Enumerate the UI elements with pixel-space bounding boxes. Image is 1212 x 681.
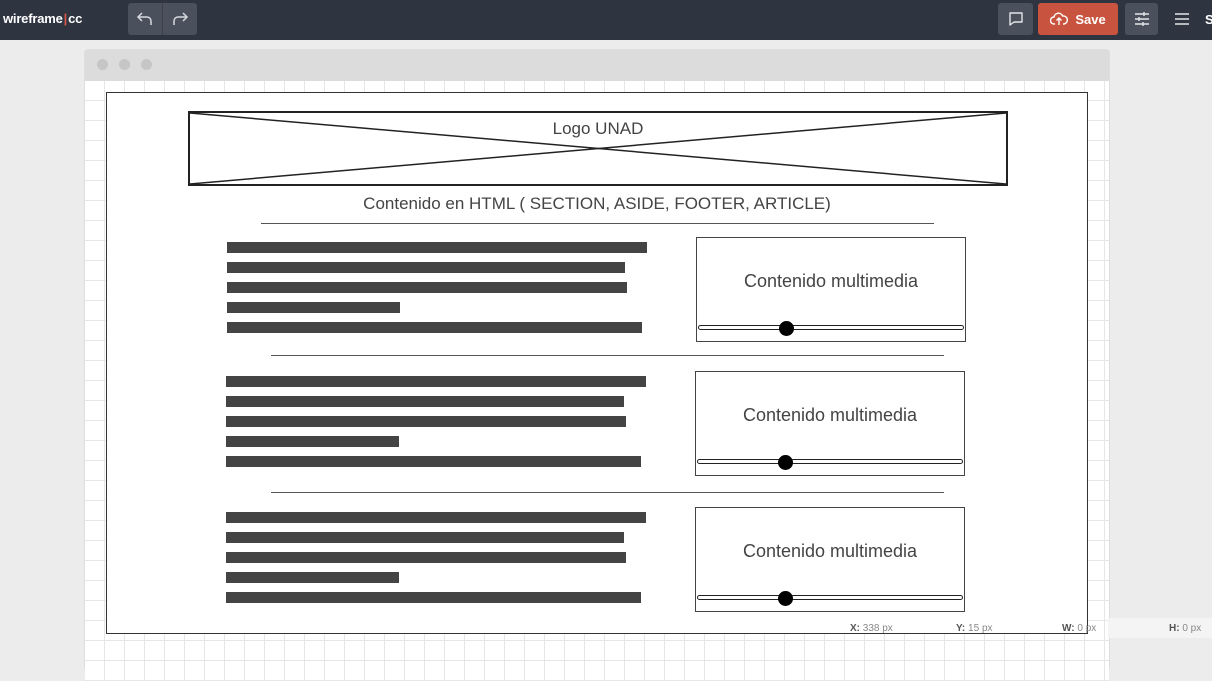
text-line[interactable]: [227, 322, 642, 333]
media-label: Contenido multimedia: [742, 541, 918, 561]
text-line[interactable]: [226, 376, 646, 387]
media-label: Contenido multimedia: [743, 271, 919, 291]
menu-button[interactable]: [1170, 3, 1194, 35]
text-line[interactable]: [227, 282, 627, 293]
window-dot-3: [141, 59, 152, 70]
redo-button[interactable]: [163, 3, 197, 35]
undo-redo-group: [128, 3, 197, 35]
text-line[interactable]: [227, 262, 625, 273]
comment-button[interactable]: [998, 3, 1033, 35]
status-w: W: 0 px: [1062, 623, 1097, 634]
status-x: X: 338 px: [850, 623, 893, 634]
redo-icon: [173, 12, 189, 25]
text-line[interactable]: [226, 416, 626, 427]
status-y: Y: 15 px: [956, 623, 993, 634]
media-progress-knob[interactable]: [779, 321, 794, 336]
hamburger-menu-icon: [1175, 13, 1189, 25]
text-line[interactable]: [226, 532, 624, 543]
text-line[interactable]: [226, 572, 399, 583]
app-logo[interactable]: wireframe|cc: [3, 11, 82, 26]
save-button[interactable]: Save: [1038, 3, 1118, 35]
media-player-2[interactable]: Contenido multimedia: [695, 371, 965, 476]
logo-placeholder-label: Logo UNAD: [552, 119, 644, 138]
cloud-upload-icon: [1050, 12, 1069, 25]
text-line[interactable]: [226, 456, 641, 467]
media-label: Contenido multimedia: [742, 405, 918, 425]
undo-button[interactable]: [128, 3, 163, 35]
media-progress-track[interactable]: [697, 595, 963, 600]
text-line[interactable]: [226, 552, 626, 563]
browser-chrome-bar: [85, 50, 1109, 81]
window-dot-2: [119, 59, 130, 70]
media-progress-track[interactable]: [698, 325, 964, 330]
content-heading[interactable]: Contenido en HTML ( SECTION, ASIDE, FOOT…: [260, 194, 934, 214]
logo-image-placeholder[interactable]: Logo UNAD: [188, 111, 1008, 186]
undo-icon: [136, 12, 152, 25]
logo-text-right: cc: [68, 11, 83, 26]
section-divider[interactable]: [271, 355, 944, 356]
text-line[interactable]: [226, 396, 624, 407]
comment-icon: [1008, 12, 1023, 26]
media-progress-knob[interactable]: [778, 455, 793, 470]
status-h: H: 0 px: [1169, 623, 1202, 634]
truncated-menu-label: S: [1205, 12, 1212, 27]
logo-separator: |: [63, 11, 68, 26]
text-line[interactable]: [226, 512, 646, 523]
text-line[interactable]: [227, 242, 647, 253]
media-progress-track[interactable]: [697, 459, 963, 464]
logo-text-left: wireframe: [3, 11, 63, 26]
heading-divider[interactable]: [261, 223, 934, 224]
media-player-3[interactable]: Contenido multimedia: [695, 507, 965, 612]
sliders-icon: [1134, 12, 1149, 26]
top-toolbar: wireframe|cc Save S: [0, 0, 1212, 40]
settings-button[interactable]: [1125, 3, 1158, 35]
text-line[interactable]: [227, 302, 400, 313]
section-divider[interactable]: [271, 492, 944, 493]
text-line[interactable]: [226, 592, 641, 603]
text-line[interactable]: [226, 436, 399, 447]
media-player-1[interactable]: Contenido multimedia: [696, 237, 966, 342]
window-dot-1: [97, 59, 108, 70]
media-progress-knob[interactable]: [778, 591, 793, 606]
save-label: Save: [1075, 11, 1106, 27]
